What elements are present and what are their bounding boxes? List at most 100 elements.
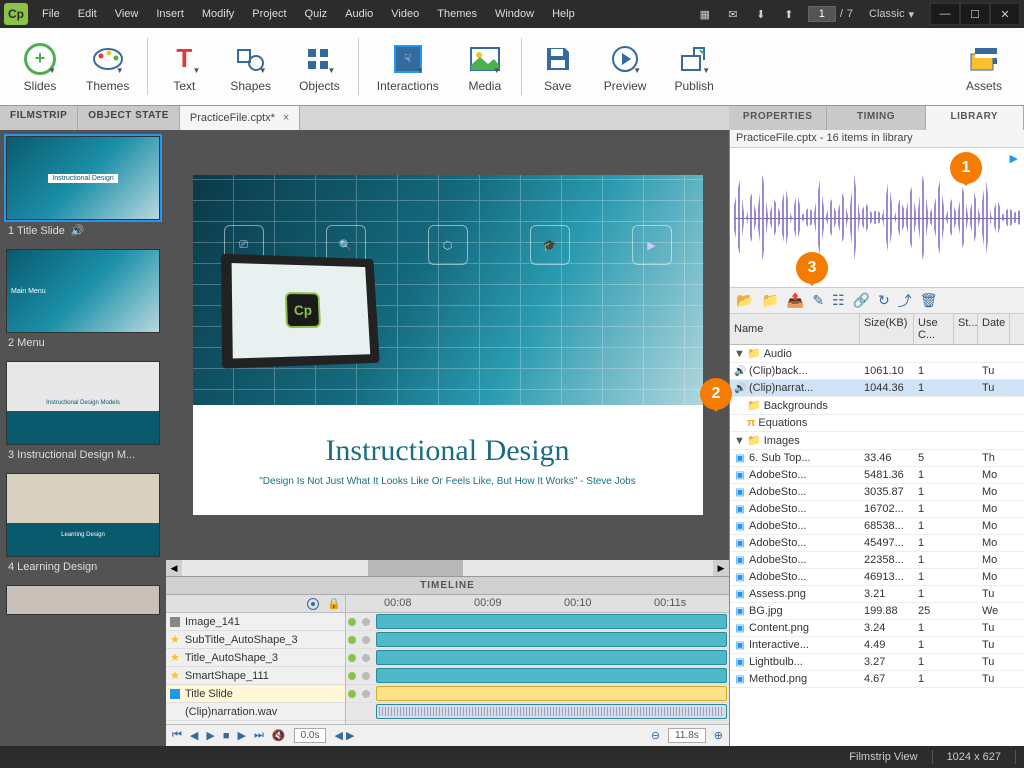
tab-timing[interactable]: TIMING bbox=[827, 106, 925, 130]
ribbon-save[interactable]: Save bbox=[526, 30, 590, 103]
stage[interactable]: ⎚🔍⬡🎓▶ Cp Instructional Design "Design Is… bbox=[166, 130, 729, 560]
ribbon-slides[interactable]: +▼ Slides bbox=[8, 30, 72, 103]
lib-open-icon[interactable]: 📂 bbox=[736, 292, 753, 309]
menu-insert[interactable]: Insert bbox=[148, 4, 192, 24]
menu-audio[interactable]: Audio bbox=[337, 4, 381, 24]
lib-folder[interactable]: ▼📁Audio bbox=[730, 345, 1024, 363]
tab-library[interactable]: LIBRARY bbox=[926, 106, 1024, 130]
col-name[interactable]: Name bbox=[730, 314, 860, 344]
col-date[interactable]: Date bbox=[978, 314, 1010, 344]
lib-item[interactable]: 🔊(Clip)back... 1061.10 1 Tu bbox=[730, 363, 1024, 380]
tab-properties[interactable]: PROPERTIES bbox=[729, 106, 827, 130]
thumb-5[interactable] bbox=[6, 585, 160, 615]
lib-item[interactable]: 🔊(Clip)narrat... 1044.36 1 Tu bbox=[730, 380, 1024, 397]
tab-object-state[interactable]: OBJECT STATE bbox=[78, 106, 180, 130]
step-back-icon[interactable]: ◀ bbox=[190, 729, 198, 742]
lib-item[interactable]: ▣AdobeSto... 5481.36 1 Mo bbox=[730, 467, 1024, 484]
ribbon-interactions[interactable]: ☟▼ Interactions bbox=[363, 30, 453, 103]
lib-item[interactable]: ▣AdobeSto... 68538... 1 Mo bbox=[730, 518, 1024, 535]
minimize-button[interactable]: — bbox=[930, 3, 960, 25]
lib-item[interactable]: ▣AdobeSto... 22358... 1 Mo bbox=[730, 552, 1024, 569]
step-fwd-icon[interactable]: ▶ bbox=[238, 729, 246, 742]
thumb-2[interactable]: Main Menu 2 Menu bbox=[6, 249, 160, 353]
lib-item[interactable]: ▣Content.png 3.24 1 Tu bbox=[730, 620, 1024, 637]
timeline-row-audio[interactable]: (Clip)narration.wav bbox=[166, 703, 345, 721]
zoom-in-icon[interactable]: ⊕ bbox=[714, 729, 723, 742]
clip-smartshape[interactable] bbox=[376, 668, 727, 683]
ribbon-media[interactable]: ▼ Media bbox=[453, 30, 517, 103]
lib-item[interactable]: ▣AdobeSto... 16702... 1 Mo bbox=[730, 501, 1024, 518]
menu-themes[interactable]: Themes bbox=[429, 4, 485, 24]
menu-edit[interactable]: Edit bbox=[70, 4, 105, 24]
lock-icon[interactable]: 🔒 bbox=[327, 597, 341, 610]
menu-help[interactable]: Help bbox=[544, 4, 583, 24]
goto-end-icon[interactable]: ⏭ bbox=[254, 729, 264, 742]
menu-quiz[interactable]: Quiz bbox=[297, 4, 336, 24]
lib-folder[interactable]: ▼📁Images bbox=[730, 432, 1024, 450]
layout-icon[interactable]: ▦ bbox=[696, 5, 714, 23]
ribbon-themes[interactable]: ▼ Themes bbox=[72, 30, 143, 103]
goto-start-icon[interactable]: ⏮ bbox=[172, 729, 182, 742]
clip-title[interactable] bbox=[376, 650, 727, 665]
clip-subtitle[interactable] bbox=[376, 632, 727, 647]
lib-item[interactable]: ▣AdobeSto... 3035.87 1 Mo bbox=[730, 484, 1024, 501]
lib-import-icon[interactable]: 📁 bbox=[761, 292, 778, 309]
close-button[interactable]: ✕ bbox=[990, 3, 1020, 25]
lib-delete-icon[interactable]: 🗑 bbox=[920, 292, 938, 309]
ribbon-text[interactable]: T▼ Text bbox=[152, 30, 216, 103]
lib-link-icon[interactable]: 🔗 bbox=[853, 292, 870, 309]
page-current-input[interactable] bbox=[808, 6, 836, 22]
lib-refresh-icon[interactable]: ↻ bbox=[878, 292, 890, 309]
library-table[interactable]: Name Size(KB) Use C... St... Date ▼📁Audi… bbox=[730, 314, 1024, 746]
timeline-row-title-shape[interactable]: ★Title_AutoShape_3 bbox=[166, 649, 345, 667]
clip-titleslide[interactable] bbox=[376, 686, 727, 701]
lib-props-icon[interactable]: ☷ bbox=[832, 292, 845, 309]
lib-folder[interactable]: 📁Backgrounds bbox=[730, 397, 1024, 415]
visibility-icon[interactable] bbox=[307, 598, 319, 610]
ribbon-shapes[interactable]: ▼ Shapes bbox=[216, 30, 285, 103]
ribbon-objects[interactable]: ▼ Objects bbox=[285, 30, 354, 103]
scroll-right-icon[interactable]: ▶ bbox=[713, 560, 729, 576]
lib-item[interactable]: ▣Method.png 4.67 1 Tu bbox=[730, 671, 1024, 688]
thumb-3[interactable]: Instructional Design Models 3 Instructio… bbox=[6, 361, 160, 465]
lib-item[interactable]: ▣BG.jpg 199.88 25 We bbox=[730, 603, 1024, 620]
ribbon-preview[interactable]: ▼ Preview bbox=[590, 30, 661, 103]
clip-narration[interactable] bbox=[376, 704, 727, 719]
preview-play-icon[interactable]: ▶ bbox=[1010, 152, 1018, 165]
tab-filmstrip[interactable]: FILMSTRIP bbox=[0, 106, 78, 130]
lib-item[interactable]: ▣6. Sub Top... 33.46 5 Th bbox=[730, 450, 1024, 467]
mail-icon[interactable]: ✉ bbox=[724, 5, 742, 23]
lib-item[interactable]: ▣Lightbulb... 3.27 1 Tu bbox=[730, 654, 1024, 671]
upload-icon[interactable]: ⬆ bbox=[780, 5, 798, 23]
lib-usage-icon[interactable]: ⤴ bbox=[898, 291, 912, 311]
lib-item[interactable]: ▣Interactive... 4.49 1 Tu bbox=[730, 637, 1024, 654]
tab-file[interactable]: PracticeFile.cptx* × bbox=[180, 106, 300, 130]
menu-video[interactable]: Video bbox=[383, 4, 427, 24]
zoom-out-icon[interactable]: ⊖ bbox=[651, 729, 660, 742]
thumb-1[interactable]: Instructional Design 1 Title Slide🔊 bbox=[6, 136, 160, 241]
ribbon-assets[interactable]: Assets bbox=[952, 30, 1016, 103]
menu-view[interactable]: View bbox=[107, 4, 147, 24]
menu-file[interactable]: File bbox=[34, 4, 68, 24]
lib-item[interactable]: ▣AdobeSto... 46913... 1 Mo bbox=[730, 569, 1024, 586]
col-status[interactable]: St... bbox=[954, 314, 978, 344]
lib-item[interactable]: ▣AdobeSto... 45497... 1 Mo bbox=[730, 535, 1024, 552]
lib-export-icon[interactable]: 📤 bbox=[787, 292, 804, 309]
lib-item[interactable]: ▣Assess.png 3.21 1 Tu bbox=[730, 586, 1024, 603]
stop-icon[interactable]: ■ bbox=[223, 730, 230, 742]
scroll-left-icon[interactable]: ◀ bbox=[166, 560, 182, 576]
scroll-thumb[interactable] bbox=[368, 560, 464, 576]
workspace-dropdown[interactable]: Classic ▾ bbox=[863, 6, 920, 23]
timeline-tracks[interactable]: 00:08 00:09 00:10 00:11s bbox=[346, 595, 729, 724]
menu-modify[interactable]: Modify bbox=[194, 4, 242, 24]
time-arrows[interactable]: ◀ ▶ bbox=[334, 729, 354, 742]
clip-image[interactable] bbox=[376, 614, 727, 629]
thumb-4[interactable]: Learning Design 4 Learning Design bbox=[6, 473, 160, 577]
lib-edit-icon[interactable]: ✎ bbox=[812, 292, 824, 309]
timeline-row-subtitle[interactable]: ★SubTitle_AutoShape_3 bbox=[166, 631, 345, 649]
menu-project[interactable]: Project bbox=[244, 4, 294, 24]
stage-hscrollbar[interactable]: ◀ ▶ bbox=[166, 560, 729, 576]
slide-canvas[interactable]: ⎚🔍⬡🎓▶ Cp Instructional Design "Design Is… bbox=[193, 175, 703, 515]
download-icon[interactable]: ⬇ bbox=[752, 5, 770, 23]
maximize-button[interactable]: ☐ bbox=[960, 3, 990, 25]
